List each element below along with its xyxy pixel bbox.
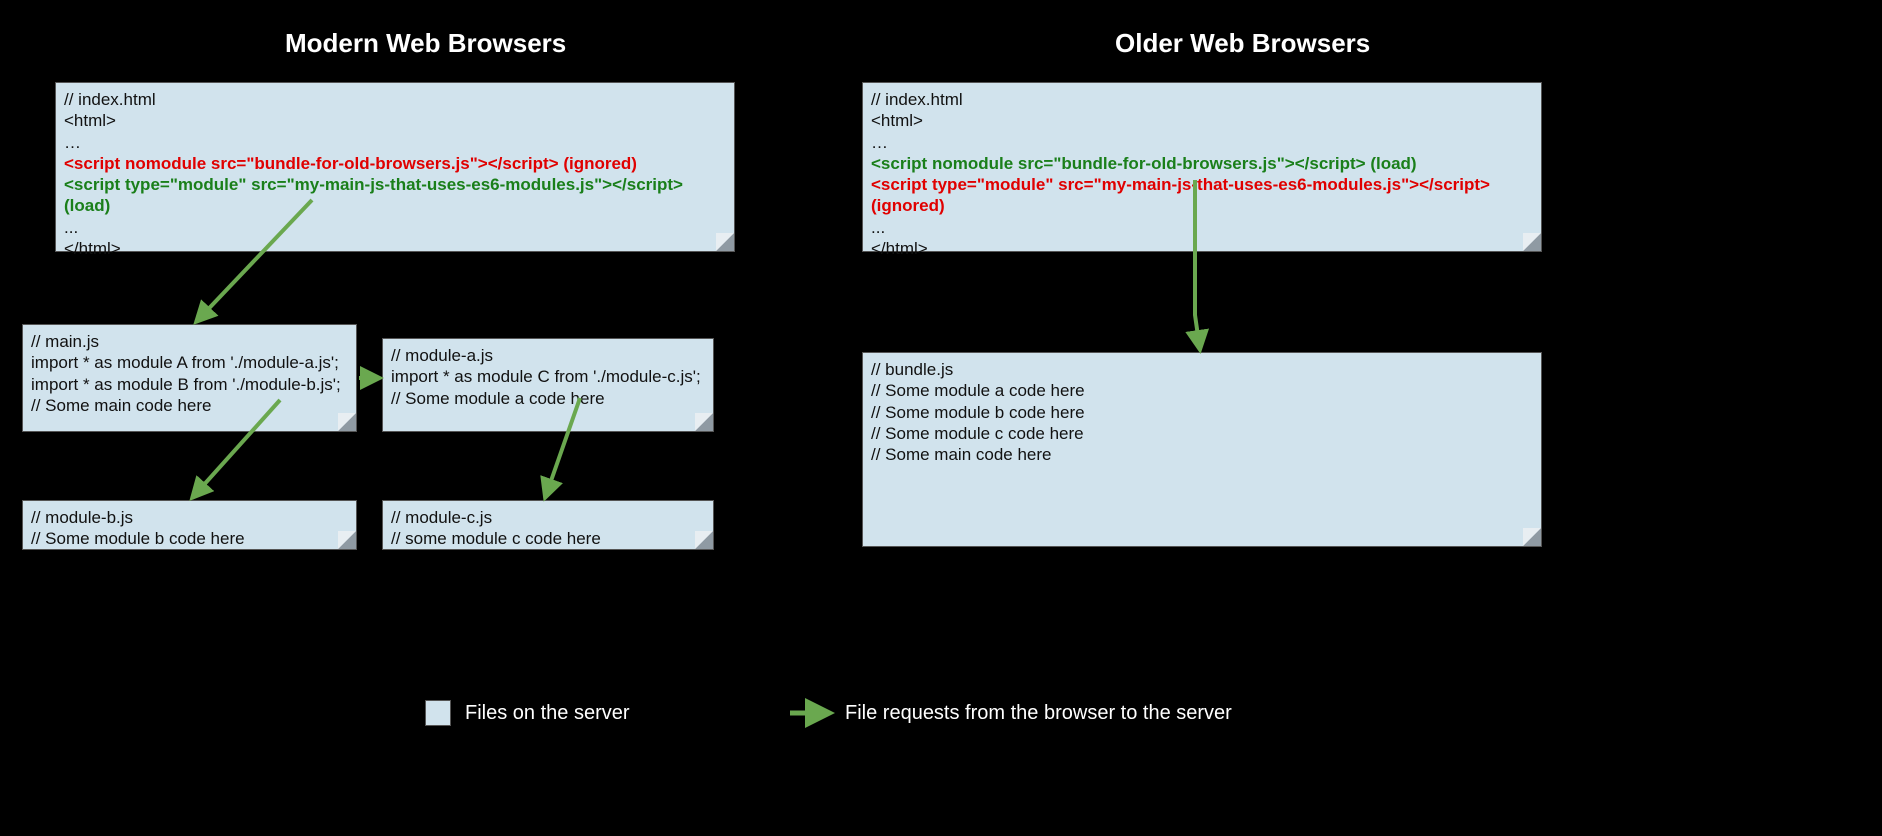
note-left-index-html: // index.html <html> … <script nomodule … [55,82,735,252]
code-line: // Some main code here [31,395,348,416]
note-module-a: // module-a.js import * as module C from… [382,338,714,432]
code-line: import * as module B from './module-b.js… [31,374,348,395]
code-line-module: <script type="module" src="my-main-js-th… [64,174,726,217]
code-line: // main.js [31,331,348,352]
legend-label-files: Files on the server [465,702,630,725]
note-bundle-js: // bundle.js // Some module a code here … [862,352,1542,547]
note-right-index-html: // index.html <html> … <script nomodule … [862,82,1542,252]
code-line: import * as module C from './module-c.js… [391,366,705,387]
code-line: import * as module A from './module-a.js… [31,352,348,373]
code-line: </html> [64,238,726,259]
note-module-c: // module-c.js // some module c code her… [382,500,714,550]
note-fold-icon [695,531,713,549]
note-main-js: // main.js import * as module A from './… [22,324,357,432]
code-line: // Some module c code here [871,423,1533,444]
note-module-b: // module-b.js // Some module b code her… [22,500,357,550]
code-line: // bundle.js [871,359,1533,380]
code-line: ... [64,217,726,238]
code-line: // some module c code here [391,528,705,549]
heading-older-browsers: Older Web Browsers [1115,28,1370,59]
code-line: // Some module b code here [31,528,348,549]
code-line: <html> [64,110,726,131]
code-line-module: <script type="module" src="my-main-js-th… [871,174,1533,217]
note-fold-icon [1523,233,1541,251]
code-line: // Some main code here [871,444,1533,465]
legend-label-requests: File requests from the browser to the se… [845,702,1232,725]
code-line: // Some module b code here [871,402,1533,423]
code-line: … [64,132,726,153]
code-line: // Some module a code here [871,380,1533,401]
code-line: // Some module a code here [391,388,705,409]
note-fold-icon [338,531,356,549]
code-line: <html> [871,110,1533,131]
code-line: </html> [871,238,1533,259]
code-line: // index.html [64,89,726,110]
code-line: // index.html [871,89,1533,110]
note-fold-icon [716,233,734,251]
legend-swatch-files [425,700,451,726]
diagram-canvas: { "headings": { "left": "Modern Web Brow… [0,0,1882,836]
note-fold-icon [1523,528,1541,546]
note-fold-icon [338,413,356,431]
code-line: // module-a.js [391,345,705,366]
code-line: ... [871,217,1533,238]
note-fold-icon [695,413,713,431]
code-line-nomodule: <script nomodule src="bundle-for-old-bro… [871,153,1533,174]
code-line: // module-b.js [31,507,348,528]
code-line-nomodule: <script nomodule src="bundle-for-old-bro… [64,153,726,174]
heading-modern-browsers: Modern Web Browsers [285,28,566,59]
code-line: // module-c.js [391,507,705,528]
code-line: … [871,132,1533,153]
